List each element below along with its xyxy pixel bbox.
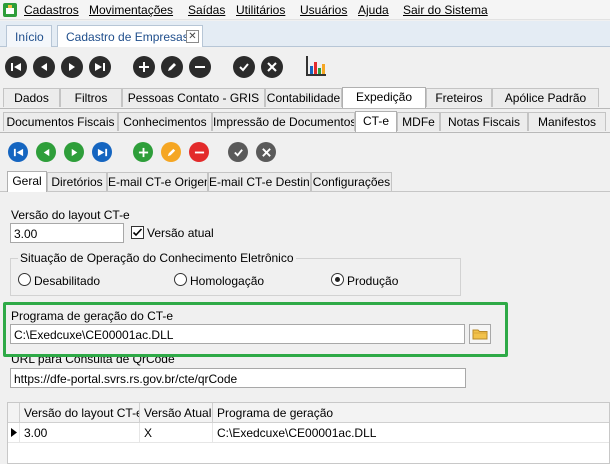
grid-cell-layout[interactable]: 3.00 — [20, 423, 140, 443]
grid-header-programa[interactable]: Programa de geração — [213, 403, 609, 423]
row-pointer-icon — [8, 423, 20, 443]
current-version-label: Versão atual — [147, 226, 214, 240]
report-chart-icon[interactable] — [304, 54, 328, 78]
tab-notas-fiscais[interactable]: Notas Fiscais — [440, 112, 528, 131]
tab-conhecimentos[interactable]: Conhecimentos — [118, 112, 212, 131]
radio-homologacao[interactable] — [174, 273, 187, 286]
previous-icon[interactable] — [36, 142, 56, 162]
tab-cte[interactable]: CT-e — [355, 111, 397, 132]
tab-impressao-documentos[interactable]: Impressão de Documentos — [212, 112, 355, 131]
expedicao-tabs: Documentos Fiscais Conhecimentos Impress… — [0, 111, 610, 133]
tab-geral[interactable]: Geral — [7, 171, 47, 192]
cancel-icon[interactable] — [256, 142, 276, 162]
next-icon[interactable] — [61, 56, 83, 78]
layout-version-input[interactable]: 3.00 — [10, 223, 124, 243]
menu-saidas[interactable]: Saídas — [188, 3, 225, 17]
last-icon[interactable] — [89, 56, 111, 78]
tab-dados[interactable]: Dados — [3, 88, 60, 107]
grid-cell-programa[interactable]: C:\Exedcuxe\CE00001ac.DLL — [213, 423, 609, 443]
tab-apolice-padrao[interactable]: Apólice Padrão — [492, 88, 599, 107]
add-icon[interactable] — [133, 142, 153, 162]
tab-pessoas-contato[interactable]: Pessoas Contato - GRIS — [122, 88, 265, 107]
page-tab-label: Cadastro de Empresas — [66, 30, 189, 44]
menu-sair[interactable]: Sair do Sistema — [403, 3, 488, 17]
last-icon[interactable] — [92, 142, 112, 162]
radio-producao-label: Produção — [347, 274, 399, 288]
top-toolbar — [0, 48, 610, 86]
app-logo-icon — [2, 2, 18, 18]
tab-mdfe[interactable]: MDFe — [397, 112, 440, 131]
grid-indicator-header — [8, 403, 20, 423]
menu-bar: Cadastros Movimentações Saídas Utilitári… — [0, 0, 610, 20]
cancel-icon[interactable] — [261, 56, 283, 78]
situacao-label: Situação de Operação do Conhecimento Ele… — [18, 251, 296, 265]
menu-ajuda[interactable]: Ajuda — [358, 3, 389, 17]
tab-email-origem[interactable]: E-mail CT-e Origem — [107, 172, 208, 191]
edit-icon[interactable] — [161, 56, 183, 78]
tab-freteiros[interactable]: Freteiros — [426, 88, 492, 107]
page-tabs: Início Cadastro de Empresas ✕ — [0, 21, 610, 47]
tab-expedicao[interactable]: Expedição — [342, 87, 426, 108]
remove-icon[interactable] — [189, 142, 209, 162]
menu-movimentacoes[interactable]: Movimentações — [89, 3, 173, 17]
radio-desabilitado[interactable] — [18, 273, 31, 286]
tab-configuracoes[interactable]: Configurações — [311, 172, 392, 191]
tab-manifestos[interactable]: Manifestos — [528, 112, 606, 131]
close-tab-icon[interactable]: ✕ — [186, 30, 199, 43]
tab-documentos-fiscais[interactable]: Documentos Fiscais — [3, 112, 118, 131]
page-tab-cadastro-empresas[interactable]: Cadastro de Empresas ✕ — [57, 25, 203, 47]
first-icon[interactable] — [5, 56, 27, 78]
highlight-box — [3, 302, 508, 357]
tab-diretorios[interactable]: Diretórios — [47, 172, 107, 191]
url-input[interactable]: https://dfe-portal.svrs.rs.gov.br/cte/qr… — [10, 368, 466, 388]
radio-desabilitado-label: Desabilitado — [34, 274, 101, 288]
first-icon[interactable] — [8, 142, 28, 162]
radio-homologacao-label: Homologação — [190, 274, 265, 288]
next-icon[interactable] — [64, 142, 84, 162]
edit-icon[interactable] — [161, 142, 181, 162]
grid-cell-versao-atual[interactable]: X — [140, 423, 213, 443]
page-tab-label: Início — [15, 30, 44, 44]
current-version-checkbox[interactable] — [131, 226, 144, 239]
versions-grid: Versão do layout CT-e Versão Atual Progr… — [7, 402, 610, 464]
tab-contabilidade[interactable]: Contabilidade — [265, 88, 342, 107]
cte-tabs: Geral Diretórios E-mail CT-e Origem E-ma… — [0, 171, 610, 192]
tab-filtros[interactable]: Filtros — [60, 88, 122, 107]
layout-label: Versão do layout CT-e — [11, 208, 130, 222]
page-tab-inicio[interactable]: Início — [6, 25, 52, 47]
confirm-icon[interactable] — [233, 56, 255, 78]
grid-header-versao-atual[interactable]: Versão Atual — [140, 403, 213, 423]
menu-utilitarios[interactable]: Utilitários — [236, 3, 285, 17]
add-icon[interactable] — [133, 56, 155, 78]
previous-icon[interactable] — [33, 56, 55, 78]
menu-usuarios[interactable]: Usuários — [300, 3, 347, 17]
grid-header-layout[interactable]: Versão do layout CT-e — [20, 403, 140, 423]
tab-email-destino[interactable]: E-mail CT-e Destino — [208, 172, 311, 191]
geral-panel: Versão do layout CT-e 3.00 Versão atual … — [0, 193, 610, 402]
remove-icon[interactable] — [189, 56, 211, 78]
confirm-icon[interactable] — [228, 142, 248, 162]
radio-producao[interactable] — [331, 273, 344, 286]
cte-toolbar — [0, 136, 610, 168]
main-tabs: Dados Filtros Pessoas Contato - GRIS Con… — [0, 87, 610, 109]
menu-cadastros[interactable]: Cadastros — [24, 3, 79, 17]
